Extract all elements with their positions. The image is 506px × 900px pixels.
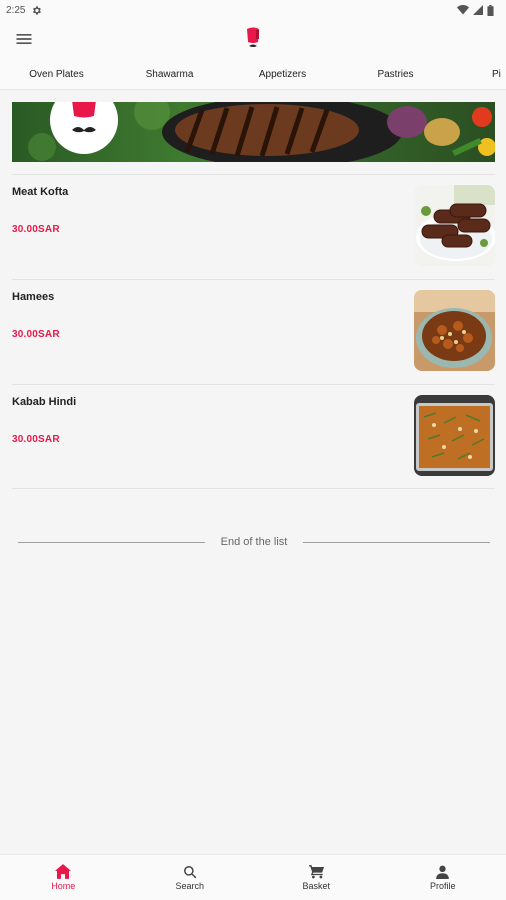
item-price: 30.00SAR — [12, 434, 60, 445]
status-time: 2:25 — [6, 4, 26, 16]
tab-label: Oven Plates — [29, 68, 84, 80]
item-price: 30.00SAR — [12, 224, 60, 235]
kabab-hindi-photo — [414, 395, 495, 476]
hamees-photo — [414, 290, 495, 371]
nav-basket[interactable]: Basket — [253, 855, 380, 900]
tab-label: Shawarma — [145, 68, 194, 80]
status-right — [457, 4, 494, 16]
promo-banner[interactable] — [12, 102, 495, 162]
nav-label: Profile — [429, 880, 456, 891]
nav-label: Search — [175, 880, 205, 891]
app-logo-fez-icon — [244, 26, 262, 52]
divider-line-right — [303, 541, 490, 543]
battery-icon — [487, 4, 494, 16]
bottom-navigation: Home Search Basket Profile — [0, 854, 506, 900]
signal-icon — [473, 5, 483, 15]
tab-label: Pi — [492, 68, 501, 80]
tab-label: Pastries — [377, 68, 414, 80]
nav-home[interactable]: Home — [0, 855, 127, 900]
home-icon — [55, 864, 72, 879]
search-icon — [183, 865, 197, 879]
settings-gear-icon — [31, 5, 42, 16]
tab-shawarma[interactable]: Shawarma — [113, 58, 226, 89]
end-of-list-text: End of the list — [220, 536, 288, 548]
app-bar — [0, 20, 506, 58]
item-name: Hamees — [12, 291, 55, 303]
tab-pi-partial[interactable]: Pi — [452, 58, 506, 89]
menu-item-kabab-hindi[interactable]: Kabab Hindi 30.00SAR — [12, 384, 495, 489]
nav-search[interactable]: Search — [127, 855, 254, 900]
menu-item-meat-kofta[interactable]: Meat Kofta 30.00SAR — [12, 174, 495, 279]
menu-item-hamees[interactable]: Hamees 30.00SAR — [12, 279, 495, 384]
nav-label: Basket — [302, 880, 330, 891]
person-icon — [436, 865, 450, 879]
tab-pastries[interactable]: Pastries — [339, 58, 452, 89]
meat-kofta-photo — [414, 185, 495, 266]
wifi-icon — [457, 5, 469, 15]
status-bar: 2:25 — [0, 0, 506, 20]
item-name: Kabab Hindi — [12, 396, 77, 408]
end-of-list-divider: End of the list — [18, 533, 490, 551]
hamburger-menu-icon[interactable] — [14, 29, 34, 49]
category-tabs: Oven Plates Shawarma Appetizers Pastries… — [0, 58, 506, 90]
nav-profile[interactable]: Profile — [380, 855, 506, 900]
nav-label: Home — [51, 881, 76, 891]
item-price: 30.00SAR — [12, 329, 60, 340]
divider-line-left — [18, 541, 205, 543]
tab-label: Appetizers — [258, 68, 307, 80]
menu-list: Meat Kofta 30.00SAR Hamees 30.00SAR Kaba… — [12, 174, 495, 489]
item-name: Meat Kofta — [12, 186, 69, 198]
cart-icon — [308, 864, 324, 879]
status-left: 2:25 — [6, 5, 42, 16]
tab-appetizers[interactable]: Appetizers — [226, 58, 339, 89]
tab-oven-plates[interactable]: Oven Plates — [0, 58, 113, 89]
